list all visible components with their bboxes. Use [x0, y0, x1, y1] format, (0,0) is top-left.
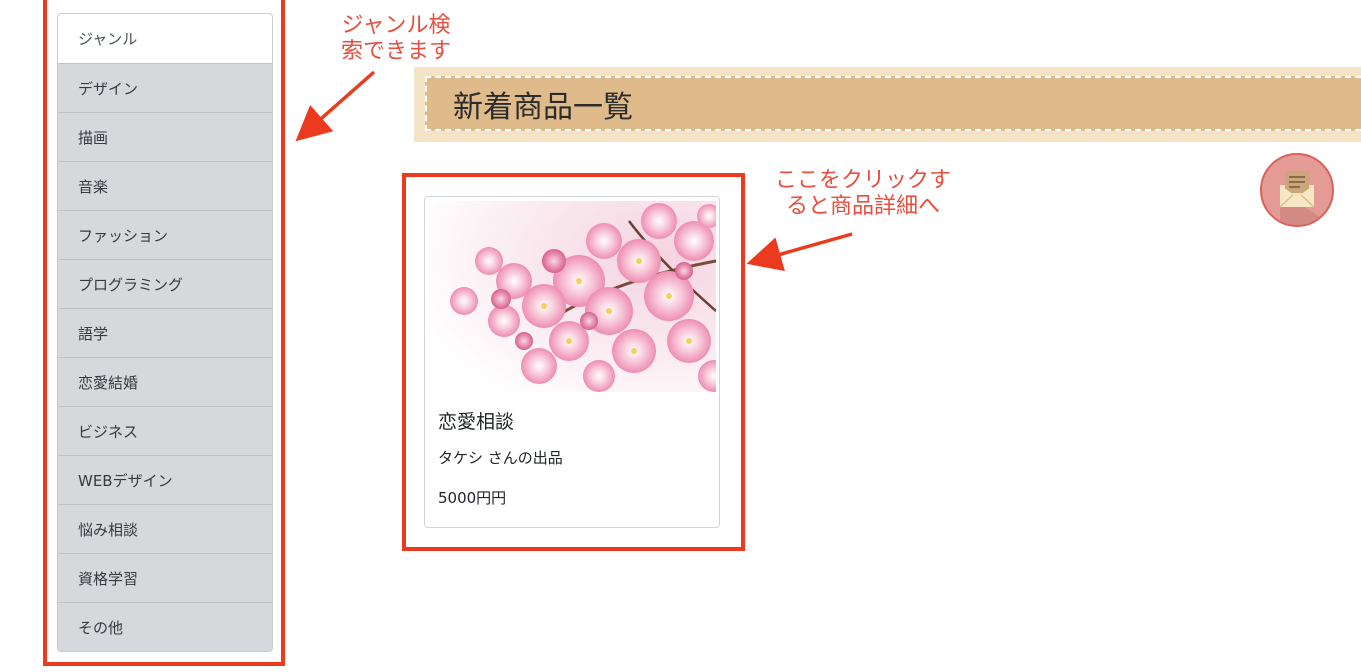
genre-annotation-line1: ジャンル検 — [341, 13, 451, 38]
mail-button[interactable] — [1260, 153, 1334, 227]
sidebar-highlight-box — [43, 0, 285, 666]
mail-icon — [1279, 171, 1332, 225]
card-annotation: ここをクリックす ると商品詳細へ — [758, 168, 968, 220]
card-annotation-arrow — [746, 232, 853, 272]
page: ジャンル デザイン 描画 音楽 ファッション プログラミング 語学 恋愛結婚 ビ… — [0, 0, 1361, 672]
page-title: 新着商品一覧 — [425, 76, 1361, 131]
card-annotation-line2: ると商品詳細へ — [785, 194, 940, 219]
genre-annotation-arrow — [295, 70, 376, 142]
card-annotation-line1: ここをクリックす — [774, 168, 951, 193]
genre-annotation: ジャンル検 索できます — [330, 13, 462, 65]
heading-banner: 新着商品一覧 — [414, 67, 1361, 142]
card-highlight-box — [402, 173, 745, 551]
genre-annotation-line2: 索できます — [340, 39, 451, 64]
